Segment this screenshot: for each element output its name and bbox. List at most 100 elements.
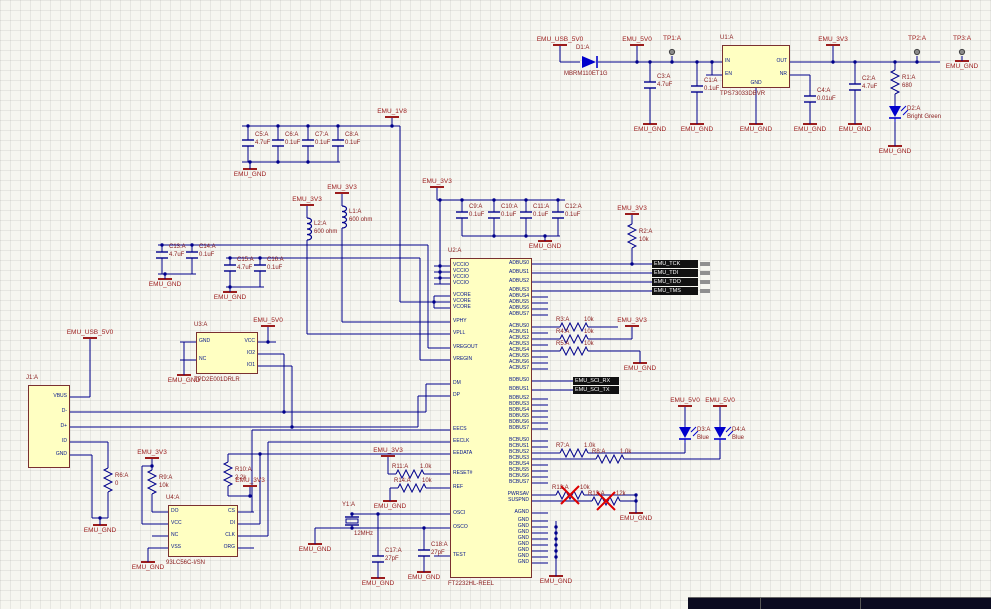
net-label-box[interactable]: EMU_TCK <box>652 260 698 268</box>
test-point-label: TP3:A <box>952 35 972 42</box>
diode-value: MBRM110ET1G <box>564 71 608 77</box>
test-point[interactable] <box>913 48 921 56</box>
ground-flag[interactable]: EMU_GND <box>740 126 773 133</box>
led-arrow-icon <box>690 426 697 433</box>
resistor-symbol[interactable] <box>889 69 901 95</box>
junction-dot <box>670 60 674 64</box>
ground-flag[interactable]: EMU_GND <box>408 574 441 581</box>
resistor-designator: R10:A <box>235 467 252 473</box>
resistor-value: 12k <box>616 491 626 497</box>
ground-flag[interactable]: EMU_GND <box>529 243 562 250</box>
ground-flag[interactable]: EMU_GND <box>794 126 827 133</box>
ground-flag[interactable]: EMU_GND <box>299 546 332 553</box>
power-flag[interactable]: EMU_3V3 <box>137 449 167 456</box>
power-flag[interactable]: EMU_USB_5V0 <box>67 329 114 336</box>
inductor-symbol[interactable] <box>341 205 348 229</box>
ground-flag[interactable]: EMU_GND <box>362 580 395 587</box>
net-label-box[interactable]: EMU_TDI <box>652 269 698 277</box>
ground-flag[interactable]: EMU_GND <box>839 126 872 133</box>
power-flag[interactable]: EMU_5V0 <box>253 317 283 324</box>
test-point[interactable] <box>958 48 966 56</box>
pin-label: DM <box>453 380 461 386</box>
ground-flag[interactable]: EMU_GND <box>84 527 117 534</box>
resistor-symbol[interactable] <box>595 453 625 465</box>
capacitor-value: 27pF <box>431 550 445 556</box>
test-point[interactable] <box>668 48 676 56</box>
ground-flag[interactable]: EMU_GND <box>132 564 165 571</box>
power-flag[interactable]: EMU_3V3 <box>373 447 403 454</box>
power-flag[interactable]: EMU_3V3 <box>292 196 322 203</box>
junction-dot <box>246 124 250 128</box>
ground-flag[interactable]: EMU_GND <box>234 171 267 178</box>
power-flag[interactable]: EMU_3V3 <box>617 317 647 324</box>
led-symbol[interactable] <box>679 427 691 438</box>
junction-dot <box>554 537 558 541</box>
ground-flag[interactable]: EMU_GND <box>681 126 714 133</box>
power-flag[interactable]: EMU_5V0 <box>705 397 735 404</box>
junction-dot <box>634 499 638 503</box>
ground-flag[interactable]: EMU_GND <box>214 294 247 301</box>
pin-label: VCCIO <box>453 280 469 286</box>
net-label-box[interactable]: EMU_SCI_TX <box>573 386 619 394</box>
junction-dot <box>276 124 280 128</box>
power-flag[interactable]: EMU_3V3 <box>327 184 357 191</box>
junction-dot <box>290 425 294 429</box>
junction-dot <box>422 526 426 530</box>
resistor-designator: R3:A <box>556 317 570 323</box>
pin-label: NR <box>779 71 787 77</box>
ground-flag[interactable]: EMU_GND <box>620 515 653 522</box>
led-symbol[interactable] <box>889 106 901 117</box>
power-flag[interactable]: EMU_3V3 <box>818 36 848 43</box>
capacitor-value: 0.1uF <box>199 252 215 258</box>
junction-dot <box>248 494 252 498</box>
ground-flag[interactable]: EMU_GND <box>374 503 407 510</box>
test-point-label: TP2:A <box>907 35 927 42</box>
diode-symbol[interactable] <box>582 56 596 68</box>
ground-flag[interactable]: EMU_GND <box>540 578 573 585</box>
power-flag[interactable]: EMU_5V0 <box>622 36 652 43</box>
capacitor-designator: C17:A <box>385 548 402 554</box>
ground-flag[interactable]: EMU_GND <box>634 126 667 133</box>
net-label-box[interactable]: EMU_TDO <box>652 278 698 286</box>
pin-label: VREGIN <box>453 356 473 362</box>
power-flag[interactable]: EMU_3V3 <box>617 205 647 212</box>
power-flag[interactable]: EMU_5V0 <box>670 397 700 404</box>
pin-label: D- <box>61 408 67 414</box>
resistor-designator: R12:A <box>552 485 569 491</box>
led-symbol[interactable] <box>714 427 726 438</box>
ground-flag[interactable]: EMU_GND <box>946 63 979 70</box>
power-flag[interactable]: EMU_USB_5V0 <box>537 36 584 43</box>
pin-label: BCBUS7 <box>508 479 529 485</box>
resistor-symbol[interactable] <box>397 482 427 494</box>
power-flag[interactable]: EMU_1V8 <box>377 108 407 115</box>
junction-dot <box>438 198 442 202</box>
resistor-symbol[interactable] <box>102 467 114 493</box>
pin-label: VSS <box>171 544 182 550</box>
junction-dot <box>190 243 194 247</box>
pin-label: EN <box>725 71 732 77</box>
title-block-divider <box>860 598 861 609</box>
ground-flag[interactable]: EMU_GND <box>624 365 657 372</box>
ground-flag[interactable]: EMU_GND <box>149 281 182 288</box>
resistor-symbol[interactable] <box>559 447 589 459</box>
resistor-symbol[interactable] <box>626 223 638 249</box>
capacitor-designator: C9:A <box>469 204 483 210</box>
junction-dot <box>853 60 857 64</box>
pin-label: BDBUS1 <box>508 386 529 392</box>
pin-label: OUT <box>776 58 787 64</box>
capacitor-value: 0.1uF <box>345 140 361 146</box>
capacitor-designator: C12:A <box>565 204 582 210</box>
resistor-symbol[interactable] <box>395 468 425 480</box>
crystal-symbol[interactable] <box>345 518 359 524</box>
net-label-box[interactable]: EMU_SCI_RX <box>573 377 619 385</box>
capacitor-designator: C5:A <box>255 132 269 138</box>
resistor-symbol[interactable] <box>559 345 589 357</box>
resistor-symbol[interactable] <box>222 461 234 487</box>
inductor-symbol[interactable] <box>306 217 313 241</box>
pin-label: ADBUS2 <box>508 278 529 284</box>
resistor-symbol[interactable] <box>146 469 158 495</box>
power-flag[interactable]: EMU_3V3 <box>422 178 452 185</box>
net-label-box[interactable]: EMU_TMS <box>652 287 698 295</box>
ground-flag[interactable]: EMU_GND <box>879 148 912 155</box>
junction-dot <box>150 464 154 468</box>
